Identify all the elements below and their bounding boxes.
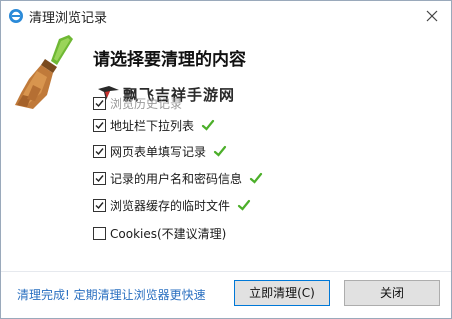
option-label: 浏览历史记录 [110, 97, 183, 111]
title-bar: 清理浏览记录 [1, 1, 451, 31]
checkbox-tick-icon [95, 175, 104, 183]
clean-history-dialog: 清理浏览记录 请选择要清理的内容 飘飞吉祥手游网 浏览历史记录 地址栏下拉列表 … [0, 0, 452, 319]
checkbox[interactable] [93, 97, 106, 110]
checkbox[interactable] [93, 227, 106, 240]
green-check-icon [237, 199, 251, 211]
option-label: 记录的用户名和密码信息 [110, 172, 243, 186]
checkbox-tick-icon [95, 148, 104, 156]
checkbox[interactable] [93, 199, 106, 212]
option-label: 网页表单填写记录 [110, 145, 207, 159]
clean-now-button[interactable]: 立即清理(C) [234, 280, 330, 306]
checkbox[interactable] [93, 172, 106, 185]
dialog-footer: 清理完成! 定期清理让浏览器更快速 立即清理(C) 关闭 [1, 271, 451, 318]
browser-logo-icon [9, 9, 23, 23]
checkbox[interactable] [93, 145, 106, 158]
dialog-heading: 请选择要清理的内容 [93, 50, 246, 70]
option-label: Cookies(不建议清理) [110, 227, 227, 241]
checkbox[interactable] [93, 119, 106, 132]
checkbox-tick-icon [95, 202, 104, 210]
option-label: 地址栏下拉列表 [110, 119, 195, 133]
checkbox-tick-icon [95, 122, 104, 130]
close-button[interactable]: 关闭 [344, 280, 440, 306]
option-label: 浏览器缓存的临时文件 [110, 199, 231, 213]
broom-icon [15, 35, 73, 109]
window-title: 清理浏览记录 [29, 11, 108, 26]
green-check-icon [201, 119, 215, 131]
status-link[interactable]: 清理完成! 定期清理让浏览器更快速 [17, 286, 206, 303]
green-check-icon [249, 172, 263, 184]
green-check-icon [213, 145, 227, 157]
checkbox-tick-icon [95, 100, 104, 108]
close-icon[interactable] [421, 5, 443, 27]
